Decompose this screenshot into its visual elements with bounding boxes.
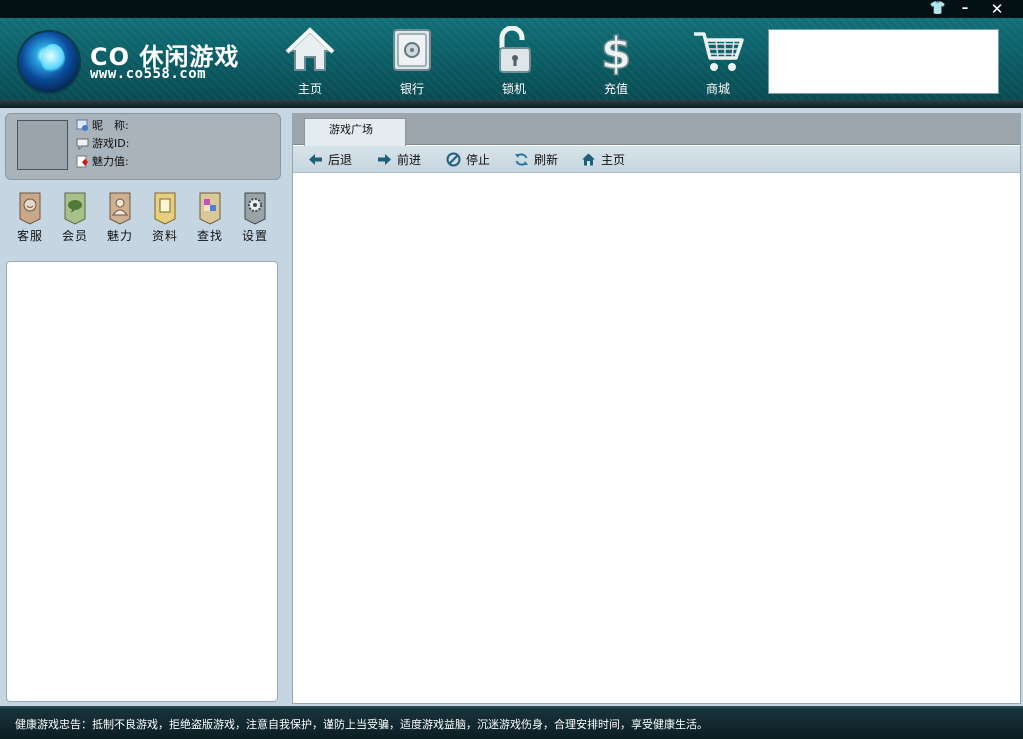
nav-bank-button[interactable]: 银行: [380, 26, 444, 98]
header-divider: [0, 100, 1023, 108]
safe-icon: [393, 29, 431, 71]
stop-label: 停止: [466, 153, 491, 167]
support-button[interactable]: 客服: [11, 191, 49, 245]
forward-arrow-icon: [378, 154, 391, 165]
stop-button[interactable]: 停止: [446, 151, 490, 169]
profile-button[interactable]: 资料: [146, 191, 184, 245]
padlock-icon: [499, 26, 531, 73]
back-button[interactable]: 后退: [308, 151, 352, 169]
search-label: 查找: [196, 229, 223, 243]
nav-bank-label: 银行: [399, 82, 424, 96]
charm-icon-small: [76, 155, 88, 168]
game-id-label: 游戏ID:: [92, 137, 130, 150]
tab-strip: 游戏广场: [293, 114, 1020, 146]
search-icon: [199, 192, 221, 225]
browser-content[interactable]: [293, 174, 1020, 703]
nav-lock-button[interactable]: 锁机: [482, 26, 546, 98]
forward-label: 前进: [397, 153, 422, 167]
member-icon: [64, 192, 86, 225]
game-id-icon: [76, 138, 89, 150]
browser-toolbar: 后退 前进 停止 刷新 主页: [293, 146, 1020, 173]
member-label: 会员: [61, 229, 88, 243]
skin-button[interactable]: 👕: [927, 0, 949, 18]
charm-row: 魅力值:: [76, 154, 129, 170]
search-button[interactable]: 查找: [191, 191, 229, 245]
shopping-cart-icon: [694, 32, 744, 71]
nav-recharge-label: 充值: [603, 82, 628, 96]
charm-label: 魅力值:: [92, 155, 129, 168]
nickname-row: 昵 称:: [76, 118, 129, 134]
nickname-icon: [76, 119, 88, 131]
minimize-button[interactable]: –: [954, 0, 976, 18]
brand-url: www.co558.com: [90, 66, 207, 82]
support-label: 客服: [16, 229, 43, 243]
browser-home-label: 主页: [601, 153, 626, 167]
refresh-button[interactable]: 刷新: [514, 151, 558, 169]
refresh-icon: [515, 153, 528, 166]
logo-orb-icon: [17, 30, 81, 94]
back-arrow-icon: [309, 154, 322, 165]
game-id-row: 游戏ID:: [76, 136, 129, 152]
ad-banner[interactable]: [768, 29, 999, 94]
settings-button[interactable]: 设置: [236, 191, 274, 245]
member-button[interactable]: 会员: [56, 191, 94, 245]
charm-icon: [109, 192, 131, 225]
svg-text:$: $: [601, 28, 632, 76]
health-notice: 健康游戏忠告：抵制不良游戏，拒绝盗版游戏，注意自我保护，谨防上当受骗，适度游戏益…: [15, 718, 708, 731]
game-list-panel[interactable]: [6, 261, 278, 702]
tab-game-plaza[interactable]: 游戏广场: [304, 118, 406, 146]
nav-shop-button[interactable]: 商城: [686, 26, 750, 98]
close-button[interactable]: ✕: [986, 0, 1008, 18]
title-bar: 👕 – ✕: [0, 0, 1023, 18]
status-bar: 健康游戏忠告：抵制不良游戏，拒绝盗版游戏，注意自我保护，谨防上当受骗，适度游戏益…: [0, 706, 1023, 739]
back-label: 后退: [328, 153, 353, 167]
profile-label: 资料: [151, 229, 178, 243]
nav-home-label: 主页: [297, 82, 322, 96]
user-card: 昵 称: 游戏ID: 魅力值:: [5, 113, 281, 180]
support-icon: [19, 192, 41, 225]
refresh-label: 刷新: [534, 153, 559, 167]
settings-label: 设置: [241, 229, 268, 243]
charm-button[interactable]: 魅力: [101, 191, 139, 245]
profile-icon: [154, 192, 176, 225]
forward-button[interactable]: 前进: [377, 151, 421, 169]
settings-icon: [244, 192, 266, 225]
nickname-label: 昵 称:: [92, 119, 129, 132]
browser-home-button[interactable]: 主页: [581, 151, 625, 169]
stop-icon: [446, 152, 461, 167]
nav-lock-label: 锁机: [501, 82, 526, 96]
nav-shop-label: 商城: [705, 82, 730, 96]
nav-recharge-button[interactable]: $ 充值: [584, 26, 648, 98]
header: CO 休闲游戏 www.co558.com 主页 银行 锁机 $ 充值 商城: [0, 18, 1023, 106]
nav-home-button[interactable]: 主页: [278, 26, 342, 98]
dollar-icon: $: [600, 27, 632, 76]
home-small-icon: [582, 153, 595, 166]
avatar[interactable]: [17, 120, 68, 170]
charm-func-label: 魅力: [106, 229, 133, 243]
browser-panel: 游戏广场 后退 前进 停止 刷新 主页: [292, 113, 1021, 704]
home-icon: [285, 27, 335, 71]
